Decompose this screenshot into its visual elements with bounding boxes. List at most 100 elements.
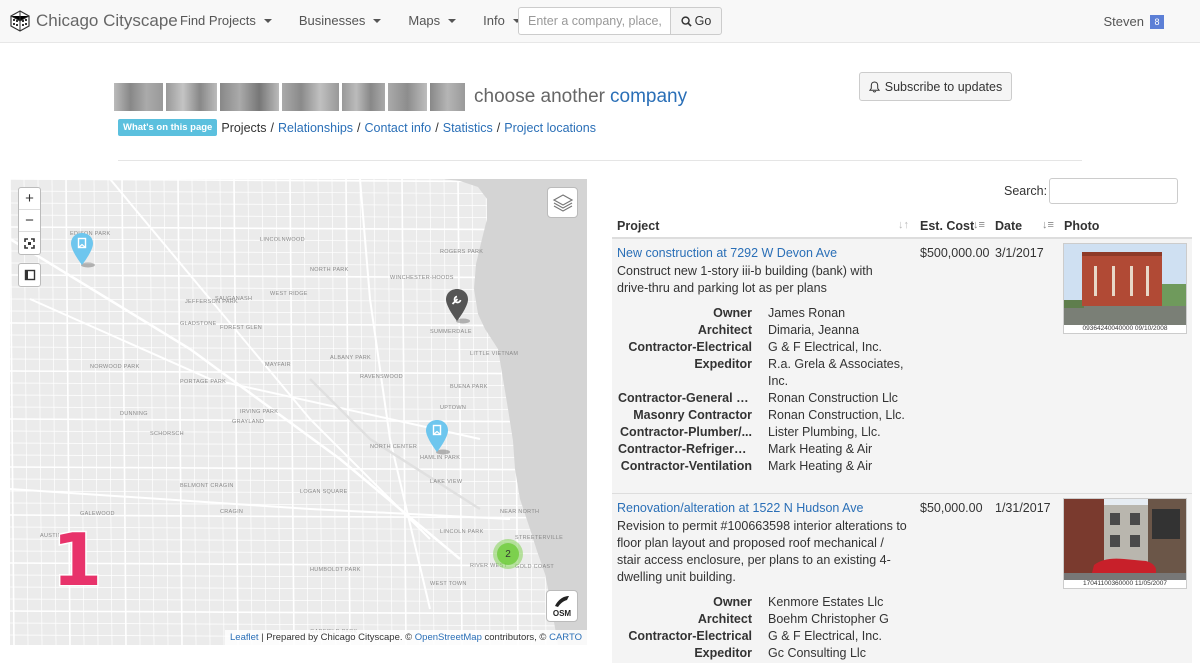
sort-desc-icon[interactable]: ↓≡ [973,219,985,231]
col-cost-header[interactable]: Est. Cost [920,219,974,233]
role-label: Expeditor [694,646,752,660]
map-place-label: NORWOOD PARK [90,364,140,370]
attribution-text: contributors, © [481,632,550,643]
search-icon [681,15,692,27]
menu-label: Maps [408,13,441,28]
user-menu[interactable]: Steven 8 [1104,14,1164,29]
project-date: 1/31/2017 [995,501,1051,515]
section-statistics-link[interactable]: Statistics [443,121,493,135]
map-place-label: PORTAGE PARK [180,379,227,385]
search-go-button[interactable]: Go [670,7,722,35]
menu-info[interactable]: Info [483,13,521,28]
map-place-label: SAUGANASH [215,296,253,302]
map-place-label: LINCOLNWOOD [260,237,305,243]
role-label: Architect [697,323,752,337]
chevron-down-icon [373,19,382,23]
project-roles: Owner Kenmore Estates Llc Architect Boehm … [612,594,907,662]
map-overlay-number: 1 [50,518,103,602]
rectangle-draw-icon [24,269,35,281]
map-place-label: NEAR NORTH [500,509,540,515]
section-relationships-link[interactable]: Relationships [278,121,353,135]
col-project-header[interactable]: Project [617,219,659,233]
role-label: Contractor-Electrical [628,629,752,643]
photo-caption: 09364240040000 09/10/2008 [1082,325,1168,332]
project-marker[interactable] [425,419,453,458]
map-place-label: LINCOLN PARK [440,529,484,535]
map-pin-icon [71,233,95,268]
project-marker[interactable] [70,232,98,271]
role-label: Contractor-Plumber/... [620,425,752,439]
project-photo[interactable]: 17041100360000 11/05/2007 [1063,498,1187,589]
map-place-label: SCHORSCH [150,431,184,437]
subscribe-label: Subscribe to updates [884,79,1003,94]
sort-desc-icon[interactable]: ↓≡ [1042,219,1054,231]
go-label: Go [694,14,712,28]
draw-rectangle-button[interactable] [19,264,40,286]
project-map[interactable]: EDISON PARK LINCOLNWOOD NORTH PARK WEST RID… [10,179,587,645]
map-place-label: GLADSTONE [180,321,217,327]
map-place-label: LITTLE VIETNAM [470,351,519,357]
role-value: Ronan Construction Llc [768,391,898,405]
project-title-link[interactable]: Renovation/alteration at 1522 N Hudson A… [617,501,863,515]
menu-label: Businesses [298,13,366,28]
project-description: Revision to permit #100663598 interior a… [617,519,907,584]
role-label: Contractor-Electrical [628,340,752,354]
contractor-marker[interactable] [445,288,473,327]
zoom-out-button[interactable]: − [19,210,40,232]
subscribe-button[interactable]: Subscribe to updates [859,72,1012,101]
role-value: Ronan Construction, Llc. [768,408,905,422]
menu-find-projects[interactable]: Find Projects [180,13,272,28]
section-project-locations-link[interactable]: Project locations [504,121,596,135]
section-contact-info-link[interactable]: Contact info [365,121,432,135]
map-place-label: BUENA PARK [450,384,488,390]
zoom-in-button[interactable]: + [19,188,40,210]
table-search-input[interactable] [1049,178,1178,204]
leaflet-link[interactable]: Leaflet [230,632,259,643]
table-row: Renovation/alteration at 1522 N Hudson A… [612,494,1192,663]
role-value: G & F Electrical, Inc. [768,340,882,354]
brand-name: Chicago Cityscape [36,11,178,30]
map-place-label: CRAGIN [220,509,244,515]
project-title-link[interactable]: New construction at 7292 W Devon Ave [617,246,837,260]
fullscreen-button[interactable] [19,232,40,254]
map-place-label: RAVENSWOOD [360,374,403,380]
role-value: Mark Heating & Air [768,459,873,473]
brand[interactable]: Chicago Cityscape [10,10,178,32]
map-place-label: UPTOWN [440,405,467,411]
role-value: Boehm Christopher G [768,612,889,626]
map-place-label: NORTH CENTER [370,444,418,450]
search-input[interactable] [518,7,670,35]
divider [118,160,1082,161]
menu-label: Find Projects [180,13,256,28]
role-row: Contractor-Ventilation Mark Heating & Air [612,458,907,475]
role-value: James Ronan [768,306,846,320]
choose-company-link[interactable]: company [610,86,687,108]
map-place-label: HUMBOLDT PARK [310,567,361,573]
openstreetmap-link[interactable]: OpenStreetMap [415,632,482,643]
map-place-label: IRVING PARK [240,409,279,415]
osm-label: OSM [552,609,572,618]
carto-link[interactable]: CARTO [549,632,582,643]
role-value: Mark Heating & Air [768,442,873,456]
map-place-label: GALEWOOD [80,511,115,517]
cluster-count: 2 [497,543,519,565]
map-place-label: DUNNING [120,411,148,417]
map-place-label: ROGERS PARK [440,249,484,255]
project-photo[interactable]: 09364240040000 09/10/2008 [1063,243,1187,334]
sort-icon[interactable]: ↓↑ [898,219,909,231]
page-title: choose another company [114,83,687,111]
map-place-label: WINCHESTER-HOODS [390,275,454,281]
menu-maps[interactable]: Maps [408,13,457,28]
bell-icon [868,80,880,93]
site-search: Go [518,7,722,35]
marker-cluster[interactable]: 2 [493,539,523,569]
osm-toggle-button[interactable]: OSM [546,590,578,622]
role-row: Architect Boehm Christopher G [612,611,907,628]
menu-businesses[interactable]: Businesses [298,13,382,28]
col-date-header[interactable]: Date [995,219,1022,233]
role-label: Architect [697,612,752,626]
layers-icon [552,193,573,212]
layers-button[interactable] [547,187,578,218]
logo-icon [10,10,30,32]
role-label: Contractor-General C... [618,391,752,405]
